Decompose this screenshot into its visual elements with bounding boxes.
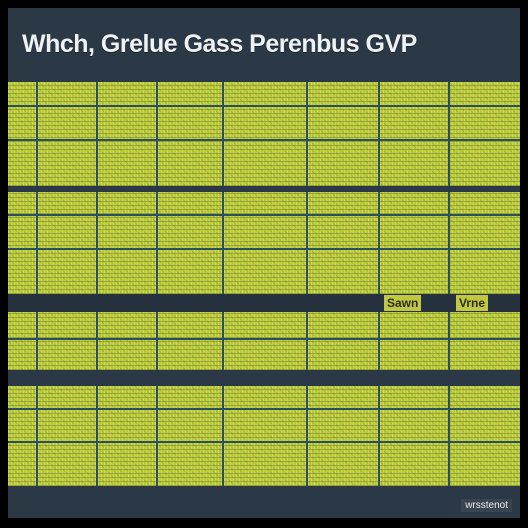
panel-divider-horizontal [8, 214, 520, 216]
panel-divider-vertical [156, 312, 158, 370]
strip-label-left: Sawn [384, 295, 422, 311]
panel-divider-vertical [306, 386, 308, 486]
panel-divider-vertical [448, 192, 450, 294]
panel-divider-vertical [306, 82, 308, 186]
footer-text: wrsstenot [461, 499, 512, 512]
panel-divider-vertical [306, 192, 308, 294]
panel-divider-vertical [156, 82, 158, 186]
solar-panel-row [8, 82, 520, 186]
solar-panel-row [8, 386, 520, 486]
panel-divider-horizontal [8, 105, 520, 107]
panel-divider-vertical [36, 386, 38, 486]
solar-panel-row [8, 192, 520, 294]
solar-panel-row [8, 312, 520, 370]
panel-divider-vertical [448, 386, 450, 486]
panel-divider-horizontal [8, 441, 520, 443]
panel-divider-horizontal [8, 408, 520, 410]
panel-divider-vertical [36, 192, 38, 294]
panel-divider-vertical [36, 312, 38, 370]
panel-divider-horizontal [8, 248, 520, 250]
page-title: Whch, Grelue Gass Perenbus GVP [22, 30, 417, 58]
panel-divider-vertical [222, 192, 224, 294]
panel-divider-vertical [378, 386, 380, 486]
panel-divider-vertical [222, 312, 224, 370]
walkway-strip [8, 294, 520, 312]
panel-divider-horizontal [8, 338, 520, 340]
panel-divider-vertical [378, 192, 380, 294]
panel-divider-vertical [96, 82, 98, 186]
panel-divider-vertical [448, 312, 450, 370]
panel-divider-vertical [448, 82, 450, 186]
panel-divider-vertical [378, 82, 380, 186]
panel-divider-vertical [36, 82, 38, 186]
panel-divider-vertical [96, 192, 98, 294]
panel-divider-horizontal [8, 139, 520, 141]
solar-panel-grid-area: Whch, Grelue Gass Perenbus GVP Sawn Vrne… [8, 8, 520, 518]
strip-label-right: Vrne [456, 295, 489, 311]
panel-divider-vertical [378, 312, 380, 370]
panel-divider-vertical [96, 386, 98, 486]
panel-divider-vertical [156, 192, 158, 294]
panel-divider-vertical [156, 386, 158, 486]
panel-divider-vertical [222, 386, 224, 486]
panel-divider-vertical [222, 82, 224, 186]
panel-divider-vertical [306, 312, 308, 370]
panel-divider-vertical [96, 312, 98, 370]
image-frame: Whch, Grelue Gass Perenbus GVP Sawn Vrne… [0, 0, 528, 528]
